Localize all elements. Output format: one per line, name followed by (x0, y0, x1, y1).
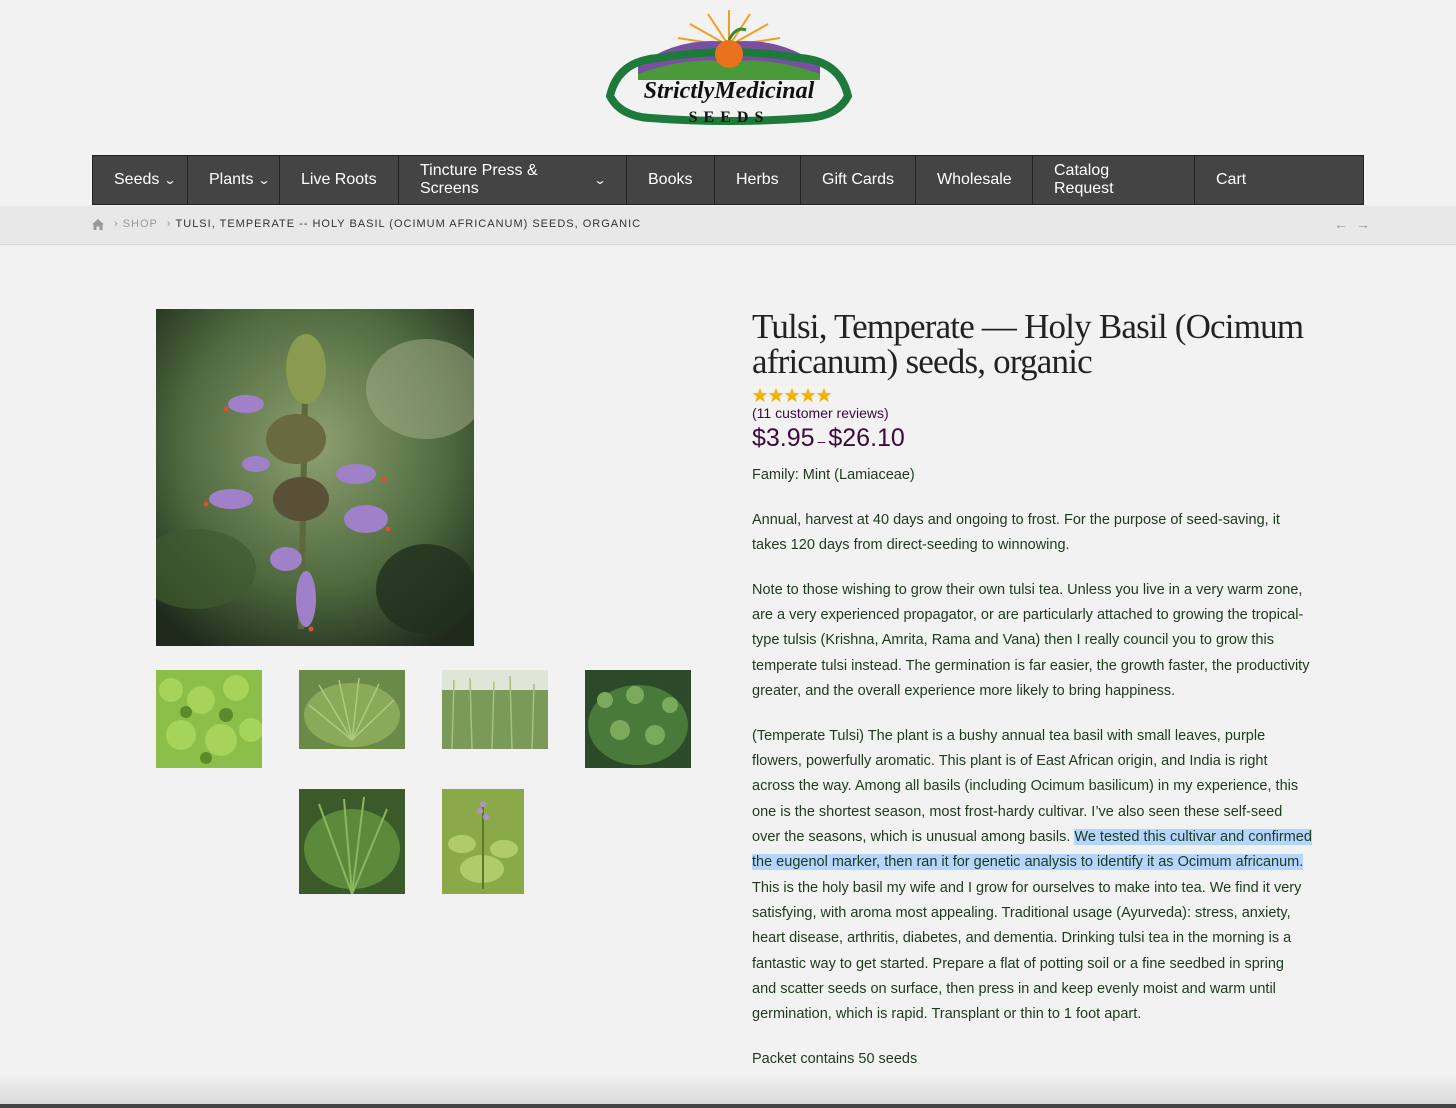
packet-info: Packet contains 50 seeds (752, 1050, 918, 1067)
nav-label: Books (648, 171, 693, 188)
thumbnail-photo (585, 670, 691, 768)
price-high: $26.10 (828, 424, 905, 452)
nav-item-gift-cards[interactable]: Gift Cards (801, 156, 916, 204)
product-main-image[interactable] (156, 309, 474, 646)
description-paragraph: (Temperate Tulsi) The plant is a bushy a… (752, 724, 1312, 1028)
product-summary: Tulsi, Temperate — Holy Basil (Ocimum af… (752, 309, 1312, 1092)
star-icon (816, 388, 832, 402)
nav-label: Wholesale (937, 171, 1012, 188)
thumbnail-photo (299, 789, 405, 894)
product-price: $3.95– $26.10 (752, 424, 1312, 453)
breadcrumb-current: TULSI, TEMPERATE -- HOLY BASIL (OCIMUM A… (175, 218, 642, 230)
arrow-right-icon[interactable]: → (1356, 216, 1370, 232)
breadcrumb: › SHOP › TULSI, TEMPERATE -- HOLY BASIL … (92, 218, 641, 230)
nav-item-wholesale[interactable]: Wholesale (916, 156, 1033, 204)
home-icon[interactable] (92, 218, 104, 230)
price-separator: – (817, 433, 826, 449)
product-title: Tulsi, Temperate — Holy Basil (Ocimum af… (752, 307, 1304, 381)
product-description: Family: Mint (Lamiaceae) Annual, harvest… (752, 463, 1312, 1072)
chevron-down-icon: ⌄ (163, 173, 177, 187)
nav-label: Catalog Request (1054, 162, 1114, 197)
breadcrumb-separator-icon: › (114, 218, 119, 230)
chevron-down-icon: ⌄ (593, 173, 607, 187)
nav-item-books[interactable]: Books (627, 156, 715, 204)
price-low: $3.95 (752, 424, 815, 452)
logo-graphic: StrictlyMedicinal SEEDS (605, 10, 853, 126)
description-paragraph: Annual, harvest at 40 days and ongoing t… (752, 511, 1280, 554)
nav-item-live-roots[interactable]: Live Roots (280, 156, 399, 204)
nav-item-cart[interactable]: Cart (1195, 156, 1265, 204)
star-rating (752, 387, 1312, 403)
nav-label: Plants (209, 171, 254, 188)
svg-text:SEEDS: SEEDS (689, 109, 770, 126)
nav-item-plants[interactable]: Plants ⌄ (188, 156, 280, 204)
star-icon (768, 388, 784, 402)
thumbnail-photo (442, 670, 548, 749)
main-nav: Seeds ⌄ Plants ⌄ Live Roots Tincture Press… (92, 155, 1364, 205)
bottom-border (0, 1104, 1456, 1108)
thumbnail-photo (442, 789, 524, 894)
nav-item-seeds[interactable]: Seeds ⌄ (93, 156, 188, 204)
breadcrumb-separator-icon: › (166, 218, 172, 230)
star-icon (752, 388, 768, 402)
nav-label: Gift Cards (822, 171, 895, 188)
svg-text:StrictlyMedicinal: StrictlyMedicinal (644, 78, 815, 104)
chevron-down-icon: ⌄ (257, 173, 272, 187)
star-icon (800, 388, 816, 402)
nav-label: Cart (1216, 171, 1247, 188)
nav-label: Herbs (736, 171, 779, 188)
nav-label: Seeds (114, 171, 160, 188)
description-text: This is the holy basil my wife and I gro… (752, 879, 1302, 1023)
product-thumbnail[interactable] (299, 670, 405, 749)
thumbnail-photo (299, 670, 405, 749)
star-icon (784, 388, 800, 402)
description-family: Family: Mint (Lamiaceae) (752, 467, 915, 483)
reviews-link[interactable]: (11 customer reviews) (752, 405, 1312, 421)
breadcrumb-bar: › SHOP › TULSI, TEMPERATE -- HOLY BASIL … (0, 206, 1456, 245)
nav-label: Live Roots (301, 171, 377, 188)
product-thumbnail[interactable] (585, 670, 691, 768)
nav-item-herbs[interactable]: Herbs (715, 156, 801, 204)
arrow-left-icon[interactable]: ← (1334, 216, 1348, 232)
product-pager: ← → (1334, 216, 1370, 232)
product-thumbnail[interactable] (442, 789, 524, 894)
description-text: (Temperate Tulsi) The plant is a bushy a… (752, 727, 1299, 846)
nav-item-tincture-press[interactable]: Tincture Press & Screens ⌄ (399, 156, 627, 204)
product-thumbnail[interactable] (299, 789, 405, 894)
breadcrumb-shop-link[interactable]: SHOP (123, 218, 158, 230)
tulsi-flower-photo (156, 309, 474, 646)
product-thumbnail[interactable] (442, 670, 548, 749)
site-logo[interactable]: StrictlyMedicinal SEEDS (598, 6, 860, 132)
description-paragraph: Note to those wishing to grow their own … (752, 581, 1310, 700)
product-thumbnail[interactable] (156, 670, 262, 768)
nav-item-catalog-request[interactable]: Catalog Request (1033, 156, 1195, 204)
nav-label: Tincture Press & Screens (420, 162, 538, 197)
thumbnail-photo (156, 670, 262, 768)
